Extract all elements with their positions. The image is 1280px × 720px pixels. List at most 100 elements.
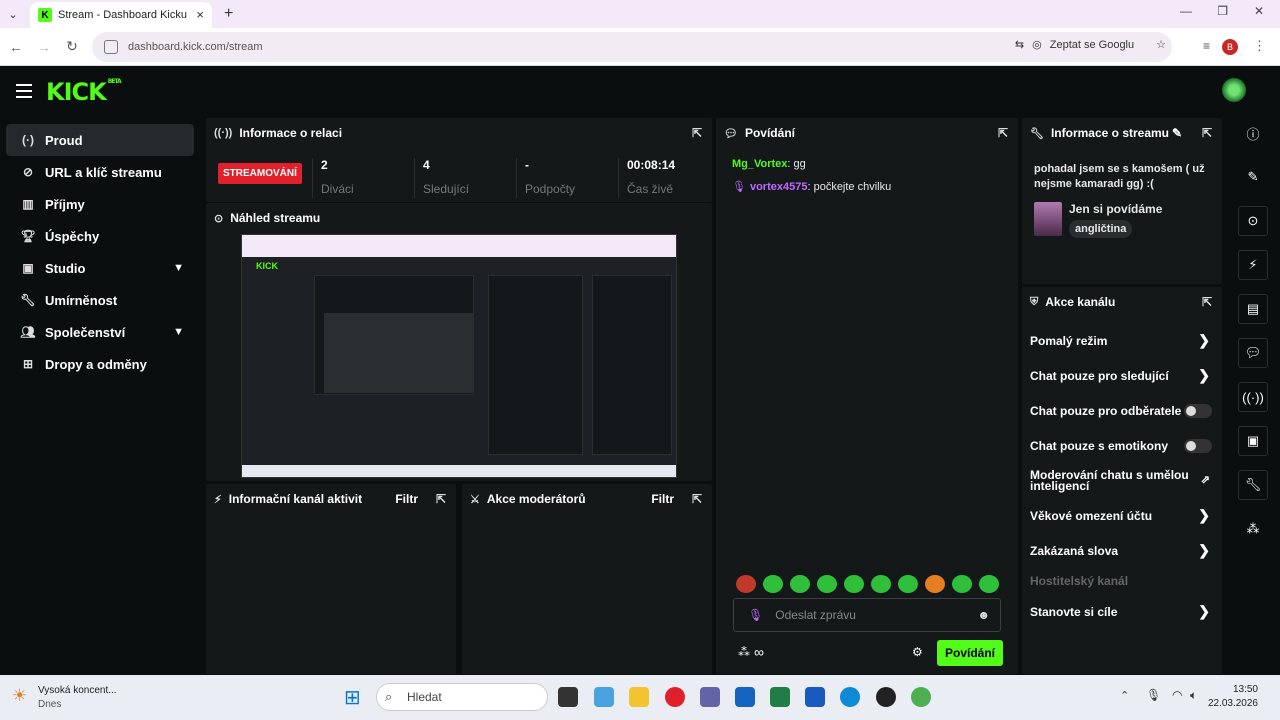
chat-username[interactable]: vortex4575 <box>750 181 808 193</box>
action-ai-moderation[interactable]: Moderování chatu s umělou inteligencí ⇗ <box>1022 463 1222 498</box>
volume-icon[interactable]: 🔈︎ <box>1190 688 1197 703</box>
store-icon[interactable] <box>594 687 614 707</box>
calculator-icon[interactable] <box>770 687 790 707</box>
stat-subs: - Podpočty <box>516 158 575 198</box>
subscribers-only-toggle[interactable] <box>1184 403 1212 418</box>
emote-icon[interactable] <box>763 575 783 593</box>
close-tab-icon[interactable]: × <box>196 7 204 22</box>
back-icon[interactable]: ← <box>2 39 30 55</box>
browser-tab[interactable]: K Stream - Dashboard Kicku × <box>30 2 212 28</box>
mic-icon[interactable]: 🎙︎ <box>1146 688 1161 702</box>
kick-logo[interactable]: KICK BETA <box>46 78 122 106</box>
edge-icon[interactable] <box>840 687 860 707</box>
word-icon[interactable] <box>805 687 825 707</box>
user-avatar[interactable] <box>1222 78 1246 102</box>
emote-icon[interactable] <box>790 575 810 593</box>
emote-icon[interactable] <box>817 575 837 593</box>
popout-icon[interactable]: ⇱ <box>692 126 702 140</box>
menu-kebab-icon[interactable]: ⋮ <box>1253 38 1266 54</box>
community-dots-icon[interactable]: ⁂ <box>1238 514 1268 544</box>
new-tab-icon[interactable]: + <box>224 5 233 23</box>
sidebar-item-community[interactable]: 👥︎ Společenství ▼ <box>6 316 194 348</box>
weather-title[interactable]: Vysoká koncent... <box>38 685 117 696</box>
bookmark-star-icon[interactable]: ☆ <box>1156 38 1166 51</box>
emote-icon[interactable] <box>871 575 891 593</box>
sidebar-item-moderation[interactable]: 🔧︎ Umírněnost <box>6 284 194 316</box>
user-video-icon[interactable]: ▣ <box>1238 426 1268 456</box>
emote-icon[interactable] <box>925 575 945 593</box>
activity-filter-button[interactable]: Filtr <box>395 492 418 506</box>
chevron-up-icon[interactable]: ⌃ <box>1120 689 1129 702</box>
emote-icon[interactable] <box>844 575 864 593</box>
popout-icon[interactable]: ⇱ <box>1202 295 1212 309</box>
mod-actions-filter-button[interactable]: Filtr <box>651 492 674 506</box>
forward-icon[interactable]: → <box>30 39 58 55</box>
sidebar-item-achievements[interactable]: 🏆︎ Úspěchy <box>6 220 194 252</box>
emote-icon[interactable] <box>736 575 756 593</box>
info-icon[interactable]: ⓘ <box>1238 118 1268 148</box>
document-icon[interactable]: ▤ <box>1238 294 1268 324</box>
chat-input[interactable]: 🎙︎ Odeslat zprávu ☻ <box>733 598 1001 632</box>
taskbar-search[interactable]: ⌕ Hledat <box>376 683 548 711</box>
task-view-icon[interactable] <box>558 687 578 707</box>
emoji-icon[interactable]: ☻ <box>977 608 990 622</box>
file-explorer-icon[interactable] <box>629 687 649 707</box>
obs-icon[interactable] <box>876 687 896 707</box>
emotes-only-toggle[interactable] <box>1184 438 1212 453</box>
hamburger-menu-icon[interactable] <box>16 84 32 102</box>
popout-icon[interactable]: ⇱ <box>436 492 446 506</box>
sidebar-item-proud[interactable]: (·) Proud <box>6 124 194 156</box>
action-followers-only[interactable]: Chat pouze pro sledující ❯ <box>1022 358 1222 393</box>
tab-list-icon[interactable]: ⌄ <box>0 0 26 28</box>
lightning-icon[interactable]: ⚡︎ <box>1238 250 1268 280</box>
chrome-icon[interactable] <box>911 687 931 707</box>
infinity-icon[interactable]: ∞ <box>754 644 764 660</box>
restore-icon[interactable]: ❐ <box>1217 4 1228 18</box>
sidebar-item-url-key[interactable]: ⊘ URL a klíč streamu <box>6 156 194 188</box>
clock[interactable]: 13:50 22.03.2026 <box>1208 684 1258 709</box>
gear-icon[interactable]: ⚙︎ <box>912 645 923 659</box>
emote-icon[interactable] <box>952 575 972 593</box>
action-set-goals[interactable]: Stanovte si cíle ❯ <box>1022 594 1222 629</box>
minimize-icon[interactable]: — <box>1180 4 1192 18</box>
category-thumbnail[interactable] <box>1034 202 1062 236</box>
extensions-icon[interactable]: ≡ <box>1203 39 1210 53</box>
app-icon[interactable] <box>735 687 755 707</box>
emote-icon[interactable] <box>979 575 999 593</box>
reload-icon[interactable]: ↻ <box>58 38 86 55</box>
edit-pencil-icon[interactable]: ✎ <box>1172 126 1182 140</box>
weather-icon[interactable]: ☀︎ <box>12 686 27 706</box>
preview-header: ⊙ Náhled streamu <box>206 203 712 233</box>
site-info-icon[interactable] <box>104 40 118 54</box>
action-slow-mode[interactable]: Pomalý režim ❯ <box>1022 323 1222 358</box>
opera-icon[interactable] <box>665 687 685 707</box>
wrench-icon[interactable]: 🔧︎ <box>1238 470 1268 500</box>
send-chat-button[interactable]: Povídání <box>937 640 1003 666</box>
sidebar-item-label: Příjmy <box>45 196 85 212</box>
emote-icon[interactable] <box>898 575 918 593</box>
translate-icon[interactable]: ⇆ <box>1015 38 1024 51</box>
stream-preview-video[interactable]: KICK <box>241 234 677 478</box>
url-field[interactable]: dashboard.kick.com/stream <box>92 32 1172 62</box>
close-window-icon[interactable]: ✕ <box>1254 4 1264 18</box>
sidebar-item-studio[interactable]: ▣ Studio ▼ <box>6 252 194 284</box>
popout-icon[interactable]: ⇱ <box>998 126 1008 140</box>
popout-icon[interactable]: ⇱ <box>1202 126 1212 140</box>
action-banned-words[interactable]: Zakázaná slova ❯ <box>1022 533 1222 568</box>
wifi-icon[interactable]: ◠ <box>1172 688 1182 702</box>
profile-avatar[interactable]: B <box>1222 39 1238 55</box>
chat-username[interactable]: Mg_Vortex <box>732 158 787 170</box>
camera-icon[interactable]: ⊙ <box>1238 206 1268 236</box>
teams-icon[interactable] <box>700 687 720 707</box>
ask-google-button[interactable]: ⇆ ◎ Zeptat se Googlu ☆ <box>1015 38 1166 52</box>
community-dots-icon[interactable]: ⁂ <box>738 645 750 659</box>
popout-icon[interactable]: ⇱ <box>692 492 702 506</box>
broadcast-icon[interactable]: ((·)) <box>1238 382 1268 412</box>
stream-category[interactable]: Jen si povídáme <box>1069 202 1162 216</box>
sidebar-item-drops[interactable]: ⊞ Dropy a odměny <box>6 348 194 380</box>
action-age-restriction[interactable]: Věkové omezení účtu ❯ <box>1022 498 1222 533</box>
chat-bubble-icon[interactable]: 💬︎ <box>1238 338 1268 368</box>
sidebar-item-income[interactable]: ▥ Příjmy <box>6 188 194 220</box>
windows-start-icon[interactable]: ⊞ <box>344 685 361 710</box>
edit-pencil-icon[interactable]: ✎ <box>1238 162 1268 192</box>
